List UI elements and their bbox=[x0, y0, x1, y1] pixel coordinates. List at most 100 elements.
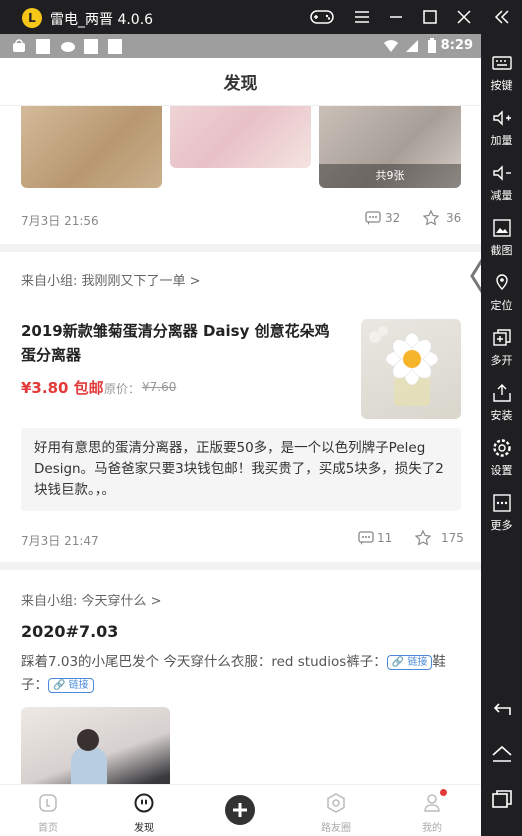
feed-card[interactable]: 来自小组: 今天穿什么 > 2020#7.03 踩着7.03的小尾巴发个 今天穿… bbox=[0, 570, 481, 784]
comment-button[interactable]: 32 bbox=[365, 210, 400, 226]
back-icon bbox=[493, 703, 511, 715]
sidebar-item-settings[interactable]: 设置 bbox=[481, 435, 522, 490]
post-photo[interactable]: 共9张 bbox=[319, 106, 461, 188]
like-count: 36 bbox=[446, 211, 462, 225]
emulator-sidebar: 按键 加量 减量 截图 定位 多开 安装 设置 更多 bbox=[481, 34, 522, 836]
post-photo[interactable] bbox=[21, 707, 170, 784]
tab-discover[interactable]: 发现 bbox=[96, 785, 192, 836]
collapse-sidebar-icon[interactable] bbox=[490, 7, 514, 27]
back-button[interactable] bbox=[491, 700, 513, 722]
sidebar-item-screenshot[interactable]: 截图 bbox=[481, 215, 522, 270]
bottom-tabbar: 首页 发现 路友圈 我的 bbox=[0, 784, 481, 836]
battery-icon bbox=[427, 38, 437, 58]
notification-icon bbox=[36, 39, 50, 54]
sidebar-item-multi-instance[interactable]: 多开 bbox=[481, 325, 522, 380]
tab-label: 我的 bbox=[422, 823, 442, 834]
comment-count: 32 bbox=[385, 211, 401, 225]
sidebar-item-location[interactable]: 定位 bbox=[481, 270, 522, 325]
tab-circle[interactable]: 路友圈 bbox=[288, 785, 384, 836]
feed[interactable]: 共9张 7月3日 21:56 32 36 来自小组: 我刚刚又下了一单 > 20… bbox=[0, 106, 481, 784]
post-photo[interactable] bbox=[170, 106, 311, 168]
menu-icon[interactable] bbox=[350, 7, 374, 27]
edge-collapse-button[interactable] bbox=[466, 256, 481, 296]
feed-card[interactable]: 来自小组: 我刚刚又下了一单 > 2019新款雏菊蛋清分离器 Daisy 创意花… bbox=[0, 252, 481, 562]
home-button[interactable] bbox=[491, 744, 513, 766]
sidebar-label: 更多 bbox=[490, 519, 513, 532]
tab-me[interactable]: 我的 bbox=[384, 785, 480, 836]
comment-icon bbox=[358, 531, 374, 545]
tab-home[interactable]: 首页 bbox=[0, 785, 96, 836]
wifi-icon bbox=[383, 39, 399, 57]
android-statusbar: 8:29 bbox=[0, 34, 481, 58]
photo-count-badge: 共9张 bbox=[319, 164, 461, 188]
signal-icon bbox=[405, 39, 419, 57]
sidebar-label: 设置 bbox=[490, 464, 513, 477]
comment-count: 11 bbox=[377, 531, 393, 545]
post-text-part: 踩着7.03的小尾巴发个 今天穿什么衣服：red studios裤子： bbox=[21, 654, 387, 670]
product-image[interactable] bbox=[361, 319, 461, 419]
notification-icon bbox=[84, 39, 98, 54]
minimize-icon[interactable] bbox=[384, 7, 408, 27]
recents-icon bbox=[492, 790, 512, 808]
product-title[interactable]: 2019新款雏菊蛋清分离器 Daisy 创意花朵鸡蛋分离器 bbox=[21, 319, 341, 367]
sidebar-item-volume-down[interactable]: 减量 bbox=[481, 160, 522, 215]
post-photo[interactable] bbox=[21, 106, 162, 188]
post-date: 7月3日 21:47 bbox=[21, 534, 99, 548]
notification-dot bbox=[440, 789, 447, 796]
discover-icon bbox=[134, 793, 154, 813]
sidebar-item-volume-up[interactable]: 加量 bbox=[481, 105, 522, 160]
more-icon bbox=[491, 492, 513, 514]
sidebar-label: 加量 bbox=[490, 134, 513, 147]
house-icon bbox=[492, 745, 512, 762]
sidebar-label: 减量 bbox=[490, 189, 513, 202]
sidebar-label: 定位 bbox=[490, 299, 513, 312]
weibo-icon bbox=[60, 39, 76, 57]
group-link[interactable]: 来自小组: 我刚刚又下了一单 > bbox=[21, 270, 201, 289]
sidebar-item-more[interactable]: 更多 bbox=[481, 490, 522, 545]
bag-icon bbox=[12, 39, 26, 57]
tab-post[interactable] bbox=[192, 785, 288, 836]
gamepad-icon[interactable] bbox=[310, 7, 334, 27]
maximize-icon[interactable] bbox=[418, 7, 442, 27]
tab-label: 首页 bbox=[38, 823, 58, 834]
like-button[interactable]: 36 bbox=[423, 210, 461, 226]
like-count: 175 bbox=[441, 531, 464, 545]
page-title: 发现 bbox=[223, 74, 258, 94]
product-link[interactable]: 🔗 链接 bbox=[386, 654, 433, 670]
app-header: 发现 bbox=[0, 58, 481, 106]
sidebar-label: 按键 bbox=[490, 79, 513, 92]
install-icon bbox=[491, 382, 513, 404]
status-time: 8:29 bbox=[440, 38, 473, 53]
sidebar-item-install[interactable]: 安装 bbox=[481, 380, 522, 435]
screenshot-icon bbox=[491, 217, 513, 239]
emulator-logo-icon: L bbox=[22, 8, 42, 28]
sidebar-label: 多开 bbox=[490, 354, 513, 367]
hexagon-icon bbox=[327, 793, 345, 813]
product-price: ¥3.80 包邮 bbox=[21, 379, 104, 397]
recents-button[interactable] bbox=[491, 788, 513, 810]
notification-icon bbox=[108, 39, 122, 54]
sidebar-label: 安装 bbox=[490, 409, 513, 422]
group-link[interactable]: 来自小组: 今天穿什么 > bbox=[21, 590, 162, 609]
comment-icon bbox=[365, 211, 381, 225]
post-text: 踩着7.03的小尾巴发个 今天穿什么衣服：red studios裤子： 🔗 链接鞋… bbox=[21, 651, 461, 697]
original-price-label: 原价： bbox=[104, 382, 141, 396]
emulator-titlebar: L 雷电_两晋 4.0.6 bbox=[0, 0, 522, 34]
tab-label: 发现 bbox=[134, 823, 154, 834]
star-icon bbox=[415, 530, 431, 546]
chevron-left-icon bbox=[470, 259, 481, 293]
original-price: ¥7.60 bbox=[142, 380, 177, 394]
home-icon bbox=[39, 794, 57, 812]
product-link[interactable]: 🔗 链接 bbox=[48, 677, 94, 693]
post-quote: 好用有意思的蛋清分离器，正版要50多，是一个以色列牌子Peleg Design。… bbox=[21, 428, 461, 511]
close-icon[interactable] bbox=[452, 7, 476, 27]
like-button[interactable]: 175 bbox=[415, 530, 464, 546]
profile-icon bbox=[424, 794, 440, 812]
post-title[interactable]: 2020#7.03 bbox=[21, 622, 118, 641]
add-icon bbox=[225, 795, 255, 825]
volume-down-icon bbox=[491, 162, 513, 184]
sidebar-item-keys[interactable]: 按键 bbox=[481, 50, 522, 105]
tab-label: 路友圈 bbox=[321, 823, 351, 834]
feed-card[interactable]: 共9张 7月3日 21:56 32 36 bbox=[0, 106, 481, 244]
comment-button[interactable]: 11 bbox=[358, 530, 392, 546]
